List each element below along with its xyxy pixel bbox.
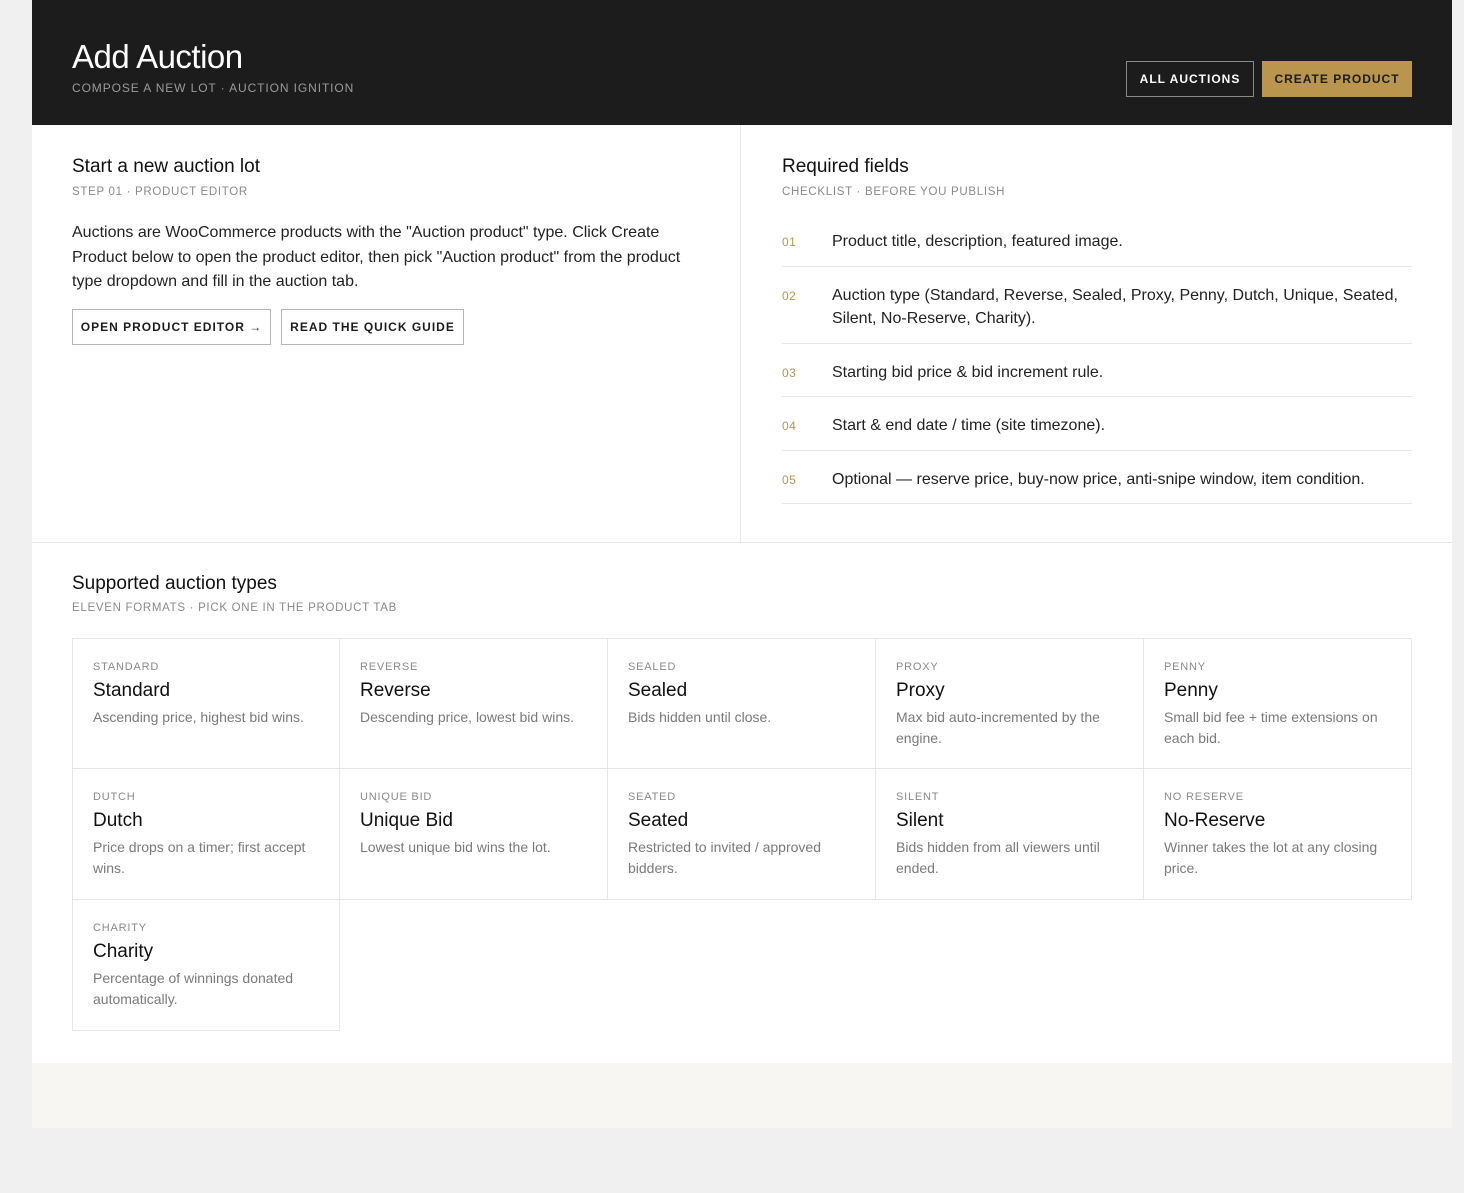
type-name: Proxy [896,680,945,701]
type-code: CHARITY [93,922,147,934]
checklist-item: 04 Start & end date / time (site timezon… [782,397,1412,451]
checklist-number: 04 [782,419,797,433]
page-frame: Add Auction COMPOSE A NEW LOT · AUCTION … [32,0,1452,1128]
type-code: SILENT [896,791,940,803]
type-description: Price drops on a timer; first accept win… [93,839,306,876]
checklist-text: Product title, description, featured ima… [832,233,1123,250]
auction-types-grid: STANDARD Standard Ascending price, highe… [72,638,1412,1031]
checklist-number: 03 [782,366,797,380]
auction-type-card: NO RESERVE No-Reserve Winner takes the l… [1144,769,1412,900]
auction-type-card: SEATED Seated Restricted to invited / ap… [608,769,876,900]
type-name: Silent [896,810,944,831]
checklist-item: 05 Optional — reserve price, buy-now pri… [782,451,1412,504]
type-code: REVERSE [360,661,419,673]
top-section: Start a new auction lot STEP 01 · PRODUC… [32,125,1452,543]
checklist-number: 01 [782,235,797,249]
auction-type-card: UNIQUE BID Unique Bid Lowest unique bid … [340,769,608,900]
type-description: Descending price, lowest bid wins. [360,709,574,725]
type-description: Max bid auto-incremented by the engine. [896,709,1100,746]
page-header: Add Auction COMPOSE A NEW LOT · AUCTION … [32,0,1452,125]
auction-type-card: REVERSE Reverse Descending price, lowest… [340,638,608,769]
page-title: Add Auction [72,38,243,75]
type-name: Unique Bid [360,810,453,831]
type-name: Sealed [628,680,688,701]
open-product-editor-button[interactable]: OPEN PRODUCT EDITOR → [72,309,271,345]
create-product-button[interactable]: CREATE PRODUCT [1262,61,1412,97]
checklist-text: Start & end date / time (site timezone). [832,417,1106,434]
all-auctions-button[interactable]: ALL AUCTIONS [1126,61,1254,97]
type-description: Small bid fee + time extensions on each … [1164,709,1378,746]
auction-type-card: STANDARD Standard Ascending price, highe… [72,638,340,769]
type-description: Winner takes the lot at any closing pric… [1164,839,1378,876]
type-description: Lowest unique bid wins the lot. [360,839,551,855]
type-description: Ascending price, highest bid wins. [93,709,304,725]
type-description: Bids hidden until close. [628,709,772,725]
types-subtitle: ELEVEN FORMATS · PICK ONE IN THE PRODUCT… [72,602,397,614]
type-name: Penny [1164,680,1218,701]
checklist-text: Starting bid price & bid increment rule. [832,364,1104,381]
required-subtitle: CHECKLIST · BEFORE YOU PUBLISH [782,186,1006,198]
start-title: Start a new auction lot [72,156,260,177]
checklist-item: 02 Auction type (Standard, Reverse, Seal… [782,267,1412,344]
start-panel: Start a new auction lot STEP 01 · PRODUC… [32,125,741,542]
checklist-number: 05 [782,473,797,487]
type-name: Standard [93,680,171,701]
page-subtitle: COMPOSE A NEW LOT · AUCTION IGNITION [72,81,355,95]
auction-type-card: CHARITY Charity Percentage of winnings d… [72,900,340,1031]
type-code: PENNY [1164,661,1206,673]
type-code: SEATED [628,791,676,803]
required-title: Required fields [782,156,909,177]
start-description: Auctions are WooCommerce products with t… [72,224,681,290]
checklist-text: Optional — reserve price, buy-now price,… [832,471,1365,488]
checklist-number: 02 [782,289,797,303]
type-code: NO RESERVE [1164,791,1244,803]
required-fields-panel: Required fields CHECKLIST · BEFORE YOU P… [742,125,1452,542]
auction-type-card: PENNY Penny Small bid fee + time extensi… [1144,638,1412,769]
types-title: Supported auction types [72,573,277,594]
page-footer [32,1063,1452,1128]
required-checklist: 01 Product title, description, featured … [782,213,1412,504]
auction-type-card: SILENT Silent Bids hidden from all viewe… [876,769,1144,900]
checklist-text: Auction type (Standard, Reverse, Sealed,… [832,287,1398,327]
type-name: Seated [628,810,689,831]
auction-type-card: SEALED Sealed Bids hidden until close. [608,638,876,769]
auction-type-card: PROXY Proxy Max bid auto-incremented by … [876,638,1144,769]
type-code: SEALED [628,661,677,673]
type-name: Reverse [360,680,431,701]
auction-type-card: DUTCH Dutch Price drops on a timer; firs… [72,769,340,900]
type-name: No-Reserve [1164,810,1266,831]
start-subtitle: STEP 01 · PRODUCT EDITOR [72,186,248,198]
checklist-item: 01 Product title, description, featured … [782,213,1412,267]
type-code: DUTCH [93,791,136,803]
type-description: Bids hidden from all viewers until ended… [896,839,1100,876]
quick-guide-button[interactable]: READ THE QUICK GUIDE [281,309,464,345]
type-description: Restricted to invited / approved bidders… [628,839,821,876]
auction-types-section: Supported auction types ELEVEN FORMATS ·… [32,543,1452,1063]
checklist-item: 03 Starting bid price & bid increment ru… [782,344,1412,397]
type-description: Percentage of winnings donated automatic… [93,970,294,1007]
type-code: UNIQUE BID [360,791,433,803]
type-name: Dutch [93,810,143,831]
type-name: Charity [93,941,154,962]
type-code: PROXY [896,661,939,673]
type-code: STANDARD [93,661,160,673]
